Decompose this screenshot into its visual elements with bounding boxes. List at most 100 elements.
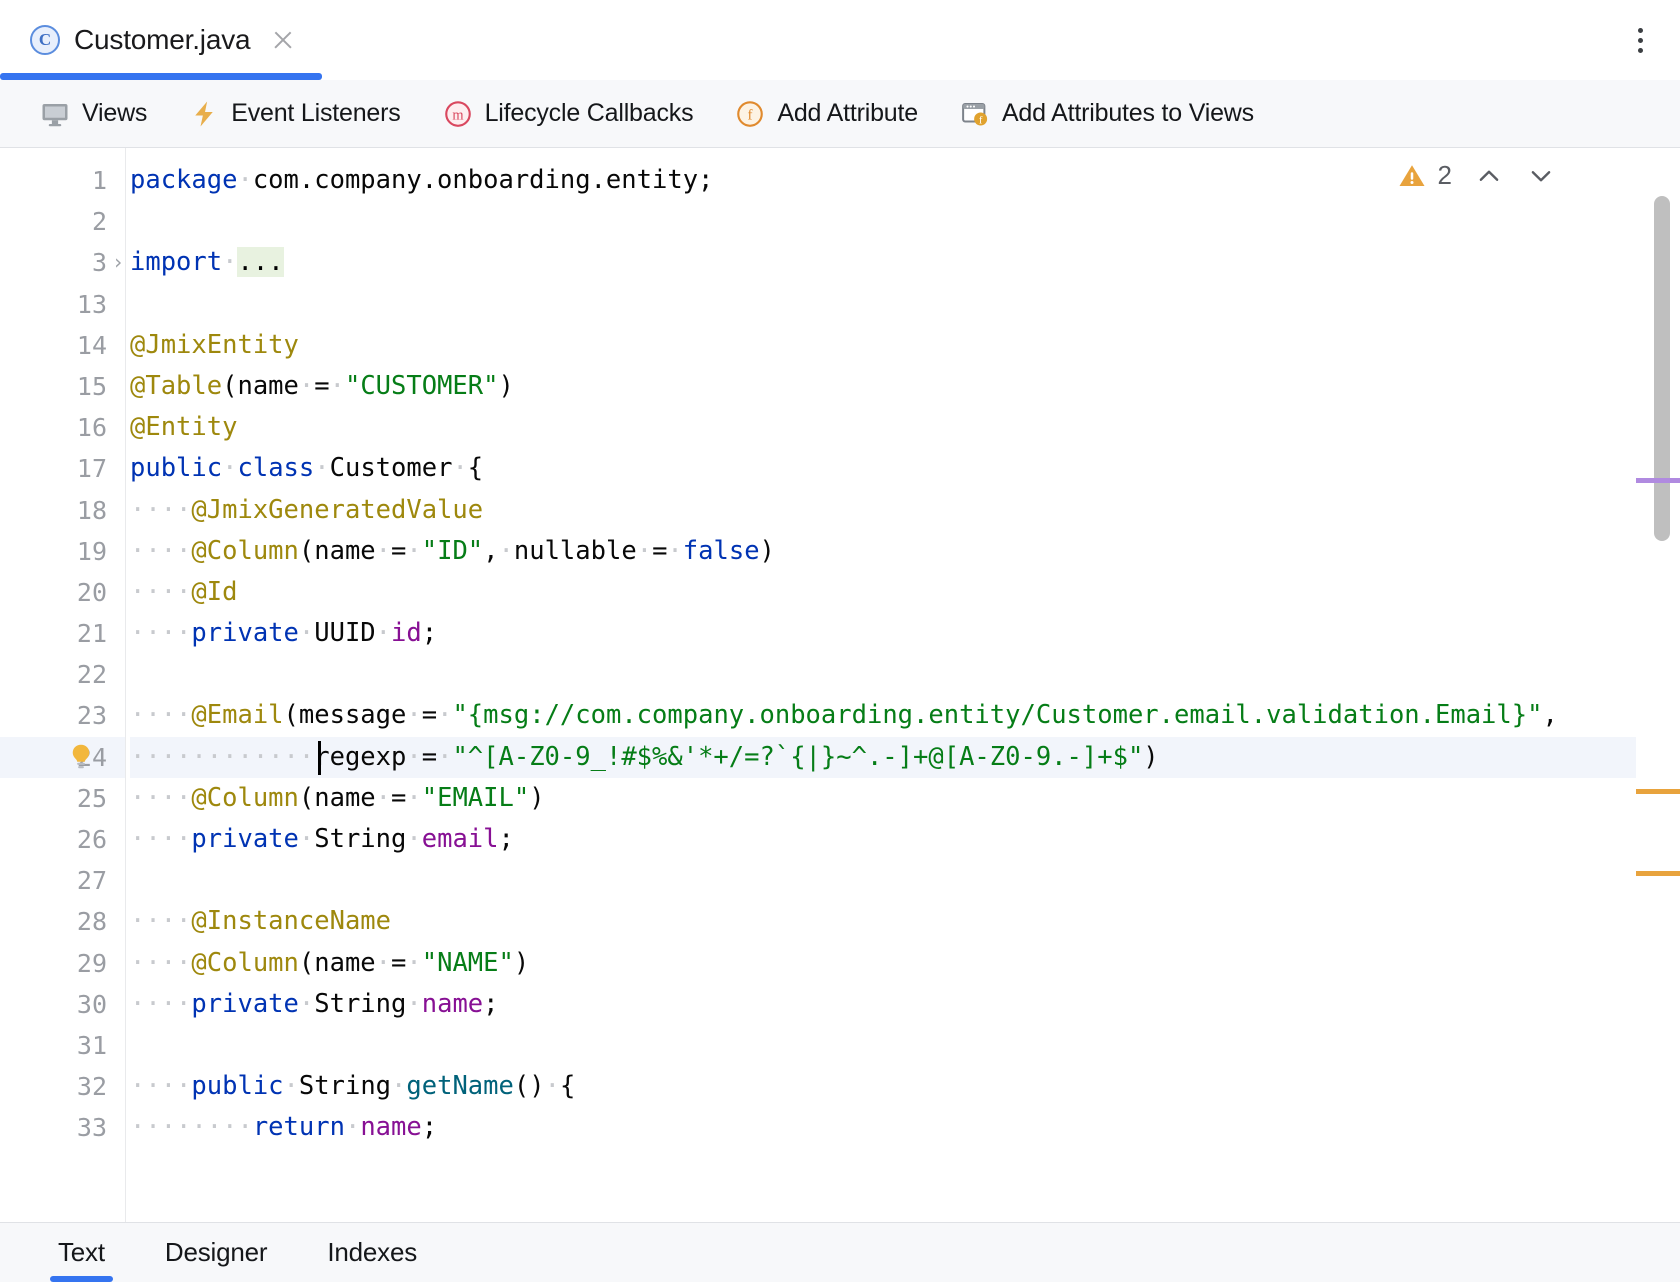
code-token: (message xyxy=(284,700,407,730)
chevron-up-icon[interactable] xyxy=(1474,161,1504,191)
code-token: com.company.onboarding.entity; xyxy=(253,165,714,195)
toolbar-label: Event Listeners xyxy=(231,99,400,128)
code-token: = xyxy=(652,536,667,566)
lightbulb-icon[interactable] xyxy=(66,741,96,773)
code-token: = xyxy=(391,536,406,566)
code-token: ) xyxy=(499,371,514,401)
code-token: package xyxy=(130,165,237,195)
toolbar-label: Lifecycle Callbacks xyxy=(485,99,694,128)
toolbar-button-views[interactable]: Views xyxy=(40,99,147,129)
indent-guide: ···· xyxy=(130,824,191,854)
svg-text:f: f xyxy=(748,107,753,123)
code-token: @JmixEntity xyxy=(130,330,299,360)
code-token: · xyxy=(637,536,652,566)
code-token: ; xyxy=(483,989,498,1019)
code-line[interactable]: ····private·String·name; xyxy=(130,984,1680,1025)
code-line[interactable]: ····@JmixGeneratedValue xyxy=(130,490,1680,531)
code-token: · xyxy=(406,783,421,813)
code-token: false xyxy=(683,536,760,566)
line-number: 23 xyxy=(0,695,125,736)
code-token: UUID xyxy=(314,618,375,648)
code-line[interactable]: ····@Column(name·=·"NAME") xyxy=(130,943,1680,984)
line-number-gutter[interactable]: 123›131415161718192021222324252627282930… xyxy=(0,148,126,1222)
code-line[interactable]: ············regexp·=·"^[A-Z0-9_!#$%&'*+/… xyxy=(130,737,1680,778)
indent-guide: ········ xyxy=(130,1112,253,1142)
code-token: = xyxy=(391,783,406,813)
text-caret xyxy=(318,741,321,775)
code-line[interactable]: ····@Column(name·=·"ID",·nullable·=·fals… xyxy=(130,531,1680,572)
code-token: import xyxy=(130,247,222,277)
close-icon[interactable] xyxy=(270,27,296,53)
code-line[interactable] xyxy=(130,201,1680,242)
editor-tab-customer-java[interactable]: C Customer.java xyxy=(0,0,322,80)
code-token: · xyxy=(345,1112,360,1142)
code-token: "ID" xyxy=(422,536,483,566)
scrollbar-marker[interactable] xyxy=(1636,478,1680,483)
code-editor[interactable]: 123›131415161718192021222324252627282930… xyxy=(0,148,1680,1222)
toolbar-button-event-listeners[interactable]: Event Listeners xyxy=(189,99,400,129)
code-line[interactable]: ····public·String·getName()·{ xyxy=(130,1066,1680,1107)
code-line[interactable] xyxy=(130,654,1680,695)
code-line[interactable]: ····@Email(message·=·"{msg://com.company… xyxy=(130,695,1680,736)
code-token: name xyxy=(422,989,483,1019)
code-line[interactable]: @JmixEntity xyxy=(130,325,1680,366)
code-line[interactable]: ········return·name; xyxy=(130,1107,1680,1148)
more-vertical-icon[interactable] xyxy=(1626,23,1654,57)
line-number: 27 xyxy=(0,860,125,901)
code-token: ; xyxy=(422,618,437,648)
code-token: String xyxy=(314,824,406,854)
code-token: · xyxy=(406,948,421,978)
code-token: · xyxy=(452,453,467,483)
warning-indicator[interactable]: 2 xyxy=(1397,160,1452,191)
indent-guide: ···· xyxy=(130,783,191,813)
code-token: public xyxy=(191,1071,283,1101)
code-line[interactable]: public·class·Customer·{ xyxy=(130,448,1680,489)
bottom-tab-indexes[interactable]: Indexes xyxy=(305,1237,439,1282)
active-bottom-tab-indicator xyxy=(50,1276,113,1282)
circle-f-icon: f xyxy=(735,99,765,129)
indent-guide: ···· xyxy=(130,536,191,566)
code-token: @Column xyxy=(191,536,298,566)
code-token: · xyxy=(406,989,421,1019)
bottom-tab-designer[interactable]: Designer xyxy=(143,1237,289,1282)
scrollbar-marker[interactable] xyxy=(1636,871,1680,876)
code-token: · xyxy=(391,1071,406,1101)
editor-tab-strip: C Customer.java xyxy=(0,0,1680,80)
code-line[interactable]: ····private·String·email; xyxy=(130,819,1680,860)
code-line[interactable]: @Entity xyxy=(130,407,1680,448)
code-line[interactable] xyxy=(130,860,1680,901)
scrollbar-marker[interactable] xyxy=(1636,789,1680,794)
code-token: · xyxy=(545,1071,560,1101)
bottom-tab-text[interactable]: Text xyxy=(36,1237,127,1282)
code-token: @Id xyxy=(191,577,237,607)
code-text[interactable]: package · com.company.onboarding.entity; im… xyxy=(126,148,1680,1222)
code-token: · xyxy=(437,700,452,730)
line-number: 19 xyxy=(0,531,125,572)
indent-guide: ···· xyxy=(130,948,191,978)
code-line[interactable]: ····private·UUID·id; xyxy=(130,613,1680,654)
code-line[interactable] xyxy=(130,1025,1680,1066)
code-token: · xyxy=(330,371,345,401)
vertical-scrollbar-thumb[interactable] xyxy=(1654,196,1670,541)
code-line[interactable]: ····@Id xyxy=(130,572,1680,613)
line-number: 30 xyxy=(0,984,125,1025)
editor-tab-label: Customer.java xyxy=(74,24,250,56)
line-number: 1 xyxy=(0,160,125,201)
code-line[interactable] xyxy=(130,284,1680,325)
code-token: @Column xyxy=(191,783,298,813)
toolbar-button-add-attributes-to-views[interactable]: f Add Attributes to Views xyxy=(960,99,1254,129)
line-number: 28 xyxy=(0,901,125,942)
indent-guide: ···· xyxy=(130,495,191,525)
code-line[interactable]: import·... xyxy=(130,242,1680,283)
chevron-down-icon[interactable] xyxy=(1526,161,1556,191)
code-token: · xyxy=(299,618,314,648)
toolbar-button-add-attribute[interactable]: f Add Attribute xyxy=(735,99,918,129)
warning-count: 2 xyxy=(1438,160,1452,191)
code-line[interactable]: ····@Column(name·=·"EMAIL") xyxy=(130,778,1680,819)
code-line[interactable]: @Table(name·=·"CUSTOMER") xyxy=(130,366,1680,407)
code-line[interactable]: ····@InstanceName xyxy=(130,901,1680,942)
toolbar-button-lifecycle-callbacks[interactable]: m Lifecycle Callbacks xyxy=(443,99,694,129)
line-number: 31 xyxy=(0,1025,125,1066)
line-number: 22 xyxy=(0,654,125,695)
scrollbar-marker-bar[interactable] xyxy=(1636,148,1680,1222)
